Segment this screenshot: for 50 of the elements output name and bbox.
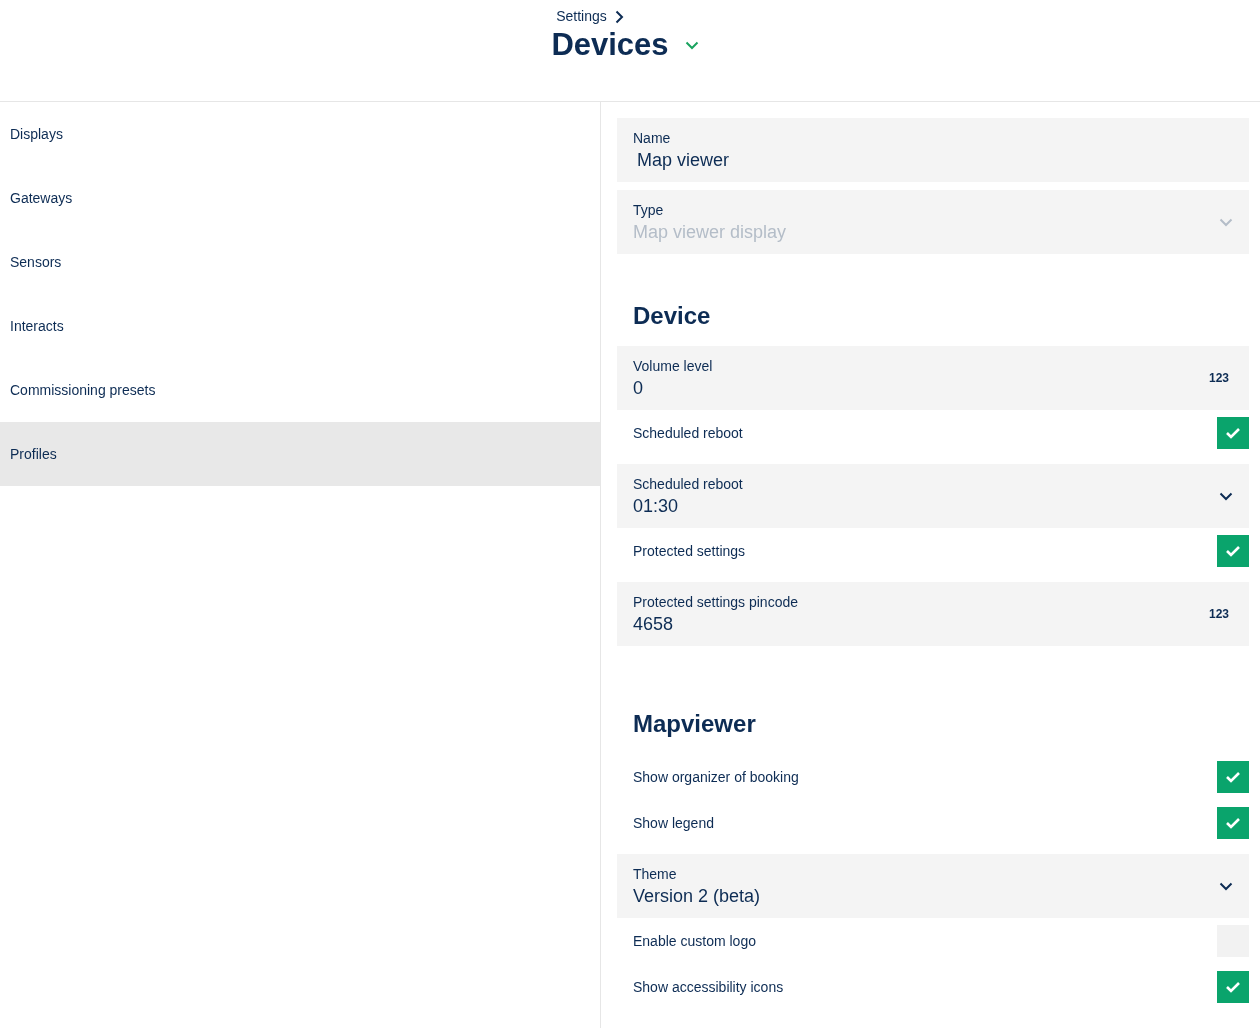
field-label: Name: [633, 129, 672, 148]
field-label: Theme: [633, 865, 678, 884]
sidebar-item[interactable]: Profiles: [0, 422, 600, 486]
chevron-down-icon: [684, 40, 699, 50]
numeric-keypad-label: 123: [1208, 370, 1230, 387]
check-icon: [1225, 771, 1241, 783]
checkbox[interactable]: [1217, 807, 1249, 839]
checkbox[interactable]: [1217, 535, 1249, 567]
chevron-down-icon: [1219, 881, 1233, 891]
field-value: 4658: [633, 613, 675, 636]
field-label: Protected settings pincode: [633, 593, 798, 612]
field-value: Map viewer display: [633, 221, 787, 244]
breadcrumb-link[interactable]: Settings: [556, 6, 607, 27]
checkbox[interactable]: [1217, 417, 1249, 449]
checkbox-label: Show accessibility icons: [633, 977, 784, 997]
check-icon: [1225, 427, 1241, 439]
field-label: Type: [633, 201, 665, 220]
check-icon: [1225, 545, 1241, 557]
sidebar-item[interactable]: Sensors: [0, 230, 600, 294]
numeric-keypad-label: 123: [1208, 606, 1230, 623]
sidebar-item[interactable]: Displays: [0, 102, 600, 166]
check-icon: [1225, 817, 1241, 829]
input-field[interactable]: Protected settings pincode 4658 123: [617, 582, 1249, 646]
chevron-right-icon: [614, 9, 624, 24]
check-icon: [1225, 981, 1241, 993]
section-heading: Mapviewer: [633, 709, 756, 739]
field-value: 0: [633, 377, 644, 400]
chevron-down-icon: [1219, 491, 1233, 501]
input-field[interactable]: Name Map viewer: [617, 118, 1249, 182]
field-value: 01:30: [633, 495, 680, 518]
select-field[interactable]: Scheduled reboot 01:30: [617, 464, 1249, 528]
checkbox-label: Scheduled reboot: [633, 423, 743, 443]
input-field[interactable]: Volume level 0 123: [617, 346, 1249, 410]
field-value: Map viewer: [636, 149, 730, 172]
checkbox-label: Show legend: [633, 813, 714, 833]
checkbox-label: Show organizer of booking: [633, 767, 799, 787]
checkbox-label: Protected settings: [633, 541, 746, 561]
field-label: Scheduled reboot: [633, 475, 743, 494]
sidebar-item[interactable]: Gateways: [0, 166, 600, 230]
sidebar-item[interactable]: Commissioning presets: [0, 358, 600, 422]
page-title: Devices: [551, 27, 669, 63]
select-field[interactable]: Theme Version 2 (beta): [617, 854, 1249, 918]
chevron-down-icon: [1219, 217, 1233, 227]
checkbox[interactable]: [1217, 761, 1249, 793]
section-heading: Device: [633, 301, 711, 331]
field-label: Volume level: [633, 357, 713, 376]
sidebar-item[interactable]: Interacts: [0, 294, 600, 358]
field-value: Version 2 (beta): [633, 885, 761, 908]
checkbox[interactable]: [1217, 971, 1249, 1003]
checkbox-label: Enable custom logo: [633, 931, 756, 951]
